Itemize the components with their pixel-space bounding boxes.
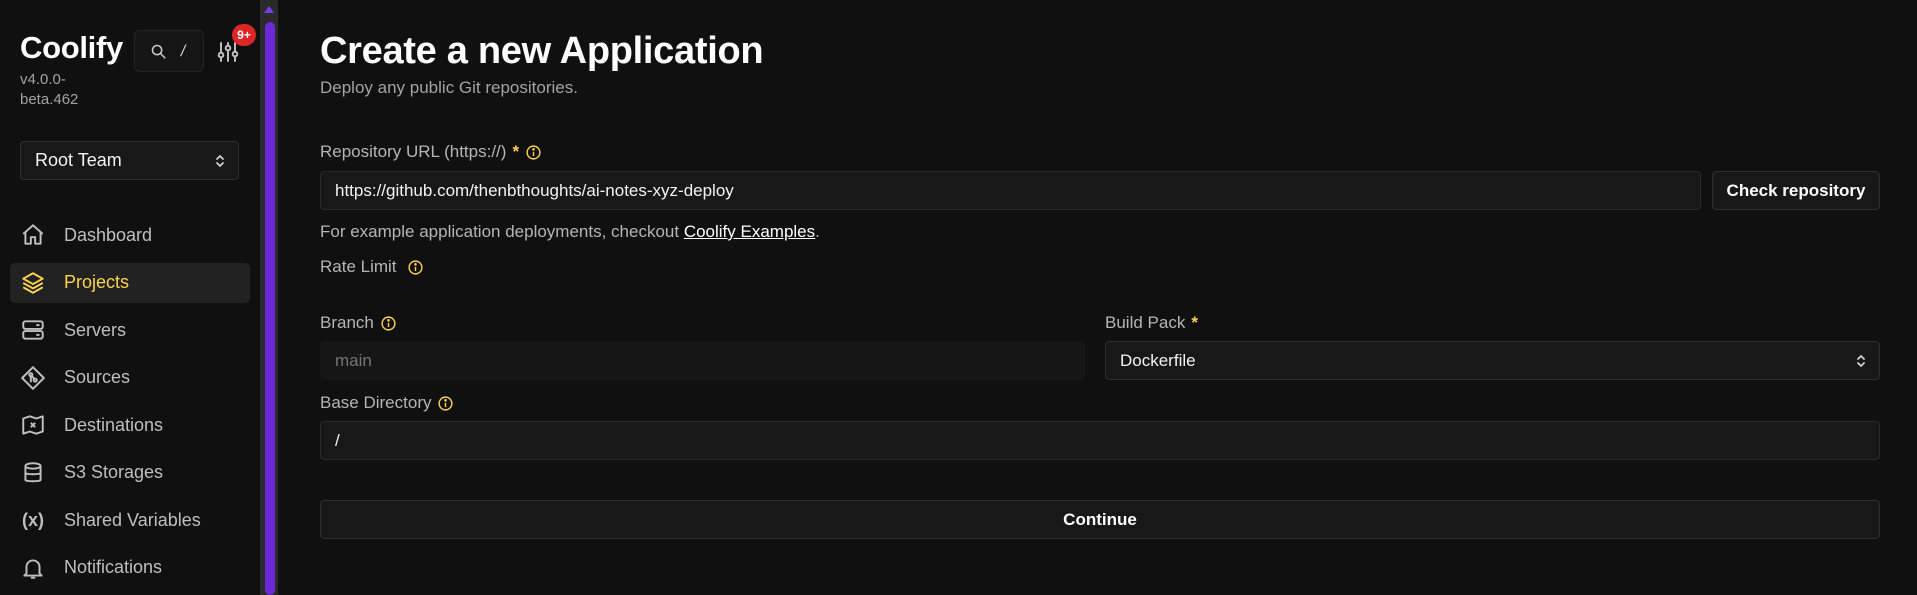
team-select-value: Root Team: [35, 150, 122, 170]
scroll-up-arrow[interactable]: [264, 6, 274, 13]
search-icon: [151, 44, 166, 59]
sidebar-item-s3-storages[interactable]: S3 Storages: [10, 453, 250, 493]
version-label: v4.0.0-beta.462: [20, 71, 79, 108]
main-content: Create a new Application Deploy any publ…: [320, 0, 1880, 595]
search-button[interactable]: /: [134, 30, 204, 72]
variable-icon: (x): [22, 509, 44, 530]
repo-url-input[interactable]: [320, 171, 1701, 210]
sidebar-item-label: Destinations: [64, 414, 164, 435]
server-icon: [22, 320, 44, 340]
page-title: Create a new Application: [320, 30, 764, 72]
chevron-up-down-icon: [1857, 354, 1865, 367]
page-subtitle: Deploy any public Git repositories.: [320, 78, 578, 97]
home-icon: [22, 224, 44, 245]
repo-url-label: Repository URL (https://) *: [320, 142, 542, 162]
layers-icon: [22, 271, 44, 294]
branch-input[interactable]: [320, 341, 1085, 380]
sidebar-item-shared-variables[interactable]: (x) Shared Variables: [10, 500, 250, 540]
branch-label: Branch: [320, 313, 397, 333]
base-directory-label: Base Directory: [320, 393, 454, 413]
build-pack-select[interactable]: Dockerfile: [1105, 341, 1880, 380]
sidebar-nav: Dashboard Projects Servers Sources Desti…: [10, 215, 250, 595]
rate-limit-label-text: Rate Limit: [320, 257, 397, 276]
repo-url-label-text: Repository URL (https://): [320, 142, 507, 161]
sidebar-item-projects[interactable]: Projects: [10, 262, 250, 303]
coolify-examples-link[interactable]: Coolify Examples: [684, 222, 815, 241]
info-icon[interactable]: [380, 315, 397, 332]
branch-label-text: Branch: [320, 313, 374, 332]
sidebar: Coolify v4.0.0-beta.462 / 9+ Root Team D…: [0, 0, 258, 595]
bell-icon: [23, 558, 43, 579]
continue-button[interactable]: Continue: [320, 500, 1880, 539]
help-text: For example application deployments, che…: [320, 222, 820, 242]
rate-limit-label: Rate Limit: [320, 257, 424, 277]
sidebar-item-label: S3 Storages: [64, 462, 164, 482]
search-shortcut: /: [179, 43, 188, 59]
info-icon[interactable]: [525, 144, 542, 161]
base-directory-label-text: Base Directory: [320, 393, 432, 412]
required-asterisk: *: [1191, 313, 1198, 332]
sidebar-item-servers[interactable]: Servers: [10, 310, 250, 350]
sidebar-item-destinations[interactable]: Destinations: [10, 405, 250, 445]
help-text-prefix: For example application deployments, che…: [320, 222, 684, 241]
sidebar-item-sources[interactable]: Sources: [10, 358, 250, 398]
notification-badge[interactable]: 9+: [232, 24, 256, 46]
sidebar-item-notifications[interactable]: Notifications: [10, 548, 250, 588]
sidebar-item-label: Notifications: [64, 557, 163, 577]
sidebar-item-dashboard[interactable]: Dashboard: [10, 215, 250, 255]
base-directory-input[interactable]: [320, 421, 1880, 460]
git-icon: [21, 365, 45, 390]
sidebar-item-label: Sources: [64, 367, 131, 387]
database-icon: [24, 461, 42, 482]
chevron-up-down-icon: [216, 154, 224, 167]
sidebar-item-label: Shared Variables: [64, 509, 201, 530]
info-icon[interactable]: [407, 259, 424, 276]
sidebar-item-label: Projects: [64, 272, 130, 292]
build-pack-label: Build Pack *: [1105, 313, 1198, 333]
check-repository-button[interactable]: Check repository: [1712, 171, 1880, 210]
map-icon: [22, 415, 44, 435]
build-pack-label-text: Build Pack: [1105, 313, 1186, 332]
sidebar-item-label: Dashboard: [64, 224, 153, 245]
sidebar-item-label: Servers: [64, 319, 127, 340]
help-text-suffix: .: [815, 222, 820, 241]
required-asterisk: *: [512, 142, 520, 161]
sidebar-scrollbar-thumb[interactable]: [265, 22, 275, 595]
build-pack-select-value: Dockerfile: [1120, 350, 1196, 370]
team-select[interactable]: Root Team: [20, 141, 239, 180]
brand-logo[interactable]: Coolify: [20, 30, 123, 66]
info-icon[interactable]: [437, 395, 454, 412]
